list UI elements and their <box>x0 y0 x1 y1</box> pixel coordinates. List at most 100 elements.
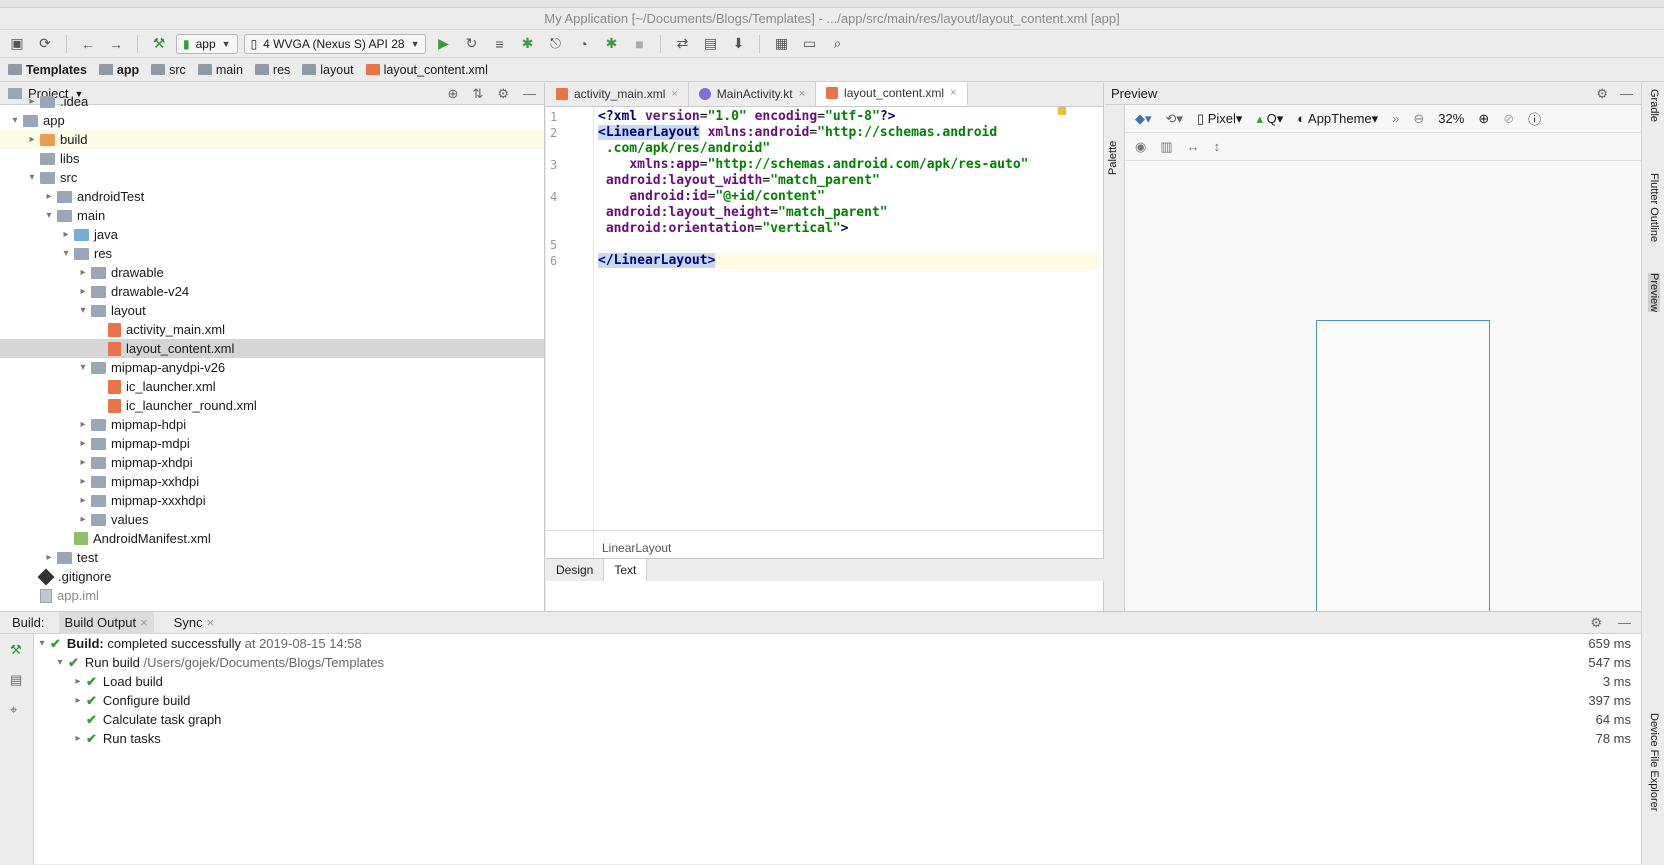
chevron-down-icon[interactable]: ▾ <box>58 248 74 259</box>
build-row[interactable]: ▸ ✔ Configure build 397 ms <box>34 691 1641 710</box>
tree-item[interactable]: ▸ mipmap-mdpi <box>0 434 544 453</box>
stop-icon[interactable]: ■ <box>628 33 650 55</box>
hammer-icon[interactable]: ⚒ <box>10 642 33 658</box>
tree-item[interactable]: ▸ drawable-v24 <box>0 282 544 301</box>
chevron-down-icon[interactable]: ▾ <box>7 115 23 126</box>
editor-tab[interactable]: activity_main.xml × <box>546 82 689 106</box>
tree-item[interactable]: ▸ mipmap-hdpi <box>0 415 544 434</box>
chevron-right-icon[interactable]: ▸ <box>75 438 91 449</box>
tree-item[interactable]: ic_launcher_round.xml <box>0 396 544 415</box>
device-file-explorer-tool-button[interactable]: Device File Explorer <box>1648 713 1660 811</box>
terminal-icon[interactable]: ▭ <box>798 33 820 55</box>
resize-horizontal-icon[interactable]: ↔ <box>1187 139 1200 154</box>
theme-select[interactable]: ◐ AppTheme▾ <box>1297 111 1378 127</box>
tree-item[interactable]: ▸ .idea <box>0 92 544 111</box>
close-icon[interactable]: × <box>950 87 956 99</box>
tab-text[interactable]: Text <box>604 559 648 581</box>
tree-item[interactable]: ▸ values <box>0 510 544 529</box>
apply-changes-icon[interactable]: ↻ <box>460 33 482 55</box>
chevron-down-icon[interactable]: ▾ <box>24 172 40 183</box>
module-select[interactable]: ▮ app ▼ <box>176 33 238 54</box>
chevron-down-icon[interactable]: ▾ <box>41 210 57 221</box>
chevron-right-icon[interactable]: ▸ <box>41 191 57 202</box>
avd-manager-icon[interactable]: ▤ <box>699 33 721 55</box>
forward-icon[interactable]: → <box>105 33 127 55</box>
breadcrumb-item[interactable]: res <box>249 63 296 77</box>
breadcrumb-item[interactable]: Templates <box>2 63 93 77</box>
sync-icon[interactable]: ⟳ <box>34 33 56 55</box>
chevron-down-icon[interactable]: ▾ <box>75 362 91 373</box>
minimize-icon[interactable]: — <box>1620 86 1633 102</box>
sdk-manager-icon[interactable]: ⬇ <box>727 33 749 55</box>
device-select[interactable]: ▯ 4 WVGA (Nexus S) API 28 ▼ <box>243 33 427 54</box>
minimize-icon[interactable]: — <box>1618 615 1631 631</box>
tree-item[interactable]: ▾ layout <box>0 301 544 320</box>
device-frame[interactable] <box>1316 320 1490 630</box>
tree-item[interactable]: .gitignore <box>0 567 544 586</box>
zoom-fit-icon[interactable]: ⊘ <box>1503 111 1514 127</box>
tree-item[interactable]: ▸ test <box>0 548 544 567</box>
tree-item[interactable]: ▾ mipmap-anydpi-v26 <box>0 358 544 377</box>
tree-item[interactable]: ▾ src <box>0 168 544 187</box>
chevron-right-icon[interactable]: ▸ <box>41 552 57 563</box>
pin-icon[interactable]: ⌖ <box>10 702 33 718</box>
tree-item[interactable]: ▸ mipmap-xxxhdpi <box>0 491 544 510</box>
close-icon[interactable]: × <box>207 615 215 630</box>
palette-strip[interactable]: Palette <box>1105 105 1125 611</box>
search-icon[interactable]: ⌕ <box>826 33 848 55</box>
code-area[interactable]: <?xml version="1.0" encoding="utf-8"?> <… <box>598 107 1098 567</box>
eye-icon[interactable]: ◉ <box>1135 139 1146 155</box>
tree-item[interactable]: ▾ main <box>0 206 544 225</box>
tree-item[interactable]: ▸ drawable <box>0 263 544 282</box>
warning-icon[interactable]: ⓘ <box>1528 109 1541 128</box>
chevron-right-icon[interactable]: ▸ <box>75 457 91 468</box>
tree-item[interactable]: ▾ res <box>0 244 544 263</box>
build-row[interactable]: ✔ Calculate task graph 64 ms <box>34 710 1641 729</box>
blueprint-icon[interactable]: ▥ <box>1160 139 1172 155</box>
orientation-icon[interactable]: ⟲▾ <box>1166 111 1183 127</box>
build-row[interactable]: ▾ ✔ Build: completed successfully at 2019-… <box>34 634 1641 653</box>
chevron-down-icon[interactable]: ▾ <box>34 638 50 649</box>
device-select[interactable]: ▯ Pixel▾ <box>1197 111 1243 127</box>
toggle-view-icon[interactable]: ▤ <box>10 672 33 688</box>
profile-icon[interactable]: ◔ <box>572 33 594 55</box>
tree-item[interactable]: AndroidManifest.xml <box>0 529 544 548</box>
attach-icon[interactable]: ✱ <box>600 33 622 55</box>
tab-build-output[interactable]: Build Output × <box>58 611 154 634</box>
editor-tab[interactable]: layout_content.xml × <box>816 82 968 106</box>
chevron-right-icon[interactable]: ▸ <box>75 267 91 278</box>
preview-canvas[interactable] <box>1125 161 1641 637</box>
layers-icon[interactable]: ◆▾ <box>1135 111 1152 127</box>
tree-item[interactable]: ▸ androidTest <box>0 187 544 206</box>
tree-item[interactable]: ▸ mipmap-xhdpi <box>0 453 544 472</box>
attach-debugger-icon[interactable]: ⎋ <box>544 33 566 55</box>
tree-item[interactable]: ic_launcher.xml <box>0 377 544 396</box>
back-icon[interactable]: ← <box>77 33 99 55</box>
make-project-icon[interactable]: ⚒ <box>148 33 170 55</box>
build-row[interactable]: ▾ ✔ Run build /Users/gojek/Documents/Blogs… <box>34 653 1641 672</box>
tree-item[interactable]: layout_content.xml <box>0 339 544 358</box>
tab-sync[interactable]: Sync × <box>168 615 221 630</box>
project-structure-icon[interactable]: ▦ <box>770 33 792 55</box>
breadcrumb-item[interactable]: app <box>93 63 145 77</box>
flutter-outline-tool-button[interactable]: Flutter Outline <box>1648 173 1660 242</box>
debug-icon[interactable]: ✱ <box>516 33 538 55</box>
run-icon[interactable]: ▶ <box>432 33 454 55</box>
chevron-right-icon[interactable]: ▸ <box>75 476 91 487</box>
tree-item[interactable]: app.iml <box>0 586 544 605</box>
breadcrumb-item[interactable]: src <box>145 63 192 77</box>
api-select[interactable]: ▴ Q▾ <box>1256 111 1283 127</box>
gradle-tool-button[interactable]: Gradle <box>1648 89 1660 122</box>
gear-icon[interactable]: ⚙ <box>1596 86 1608 102</box>
gradle-sync-icon[interactable]: ⇄ <box>671 33 693 55</box>
resize-vertical-icon[interactable]: ↕ <box>1214 139 1221 154</box>
editor-tab[interactable]: MainActivity.kt × <box>689 82 817 106</box>
preview-tool-button[interactable]: Preview <box>1648 273 1660 313</box>
chevron-right-icon[interactable]: ▸ <box>70 676 86 687</box>
zoom-in-icon[interactable]: ⊕ <box>1478 111 1489 127</box>
tree-item[interactable]: ▸ build <box>0 130 544 149</box>
tab-design[interactable]: Design <box>546 559 605 581</box>
breadcrumb-item[interactable]: layout <box>296 63 359 77</box>
tree-item[interactable]: ▾ app <box>0 111 544 130</box>
close-icon[interactable]: × <box>671 88 677 100</box>
